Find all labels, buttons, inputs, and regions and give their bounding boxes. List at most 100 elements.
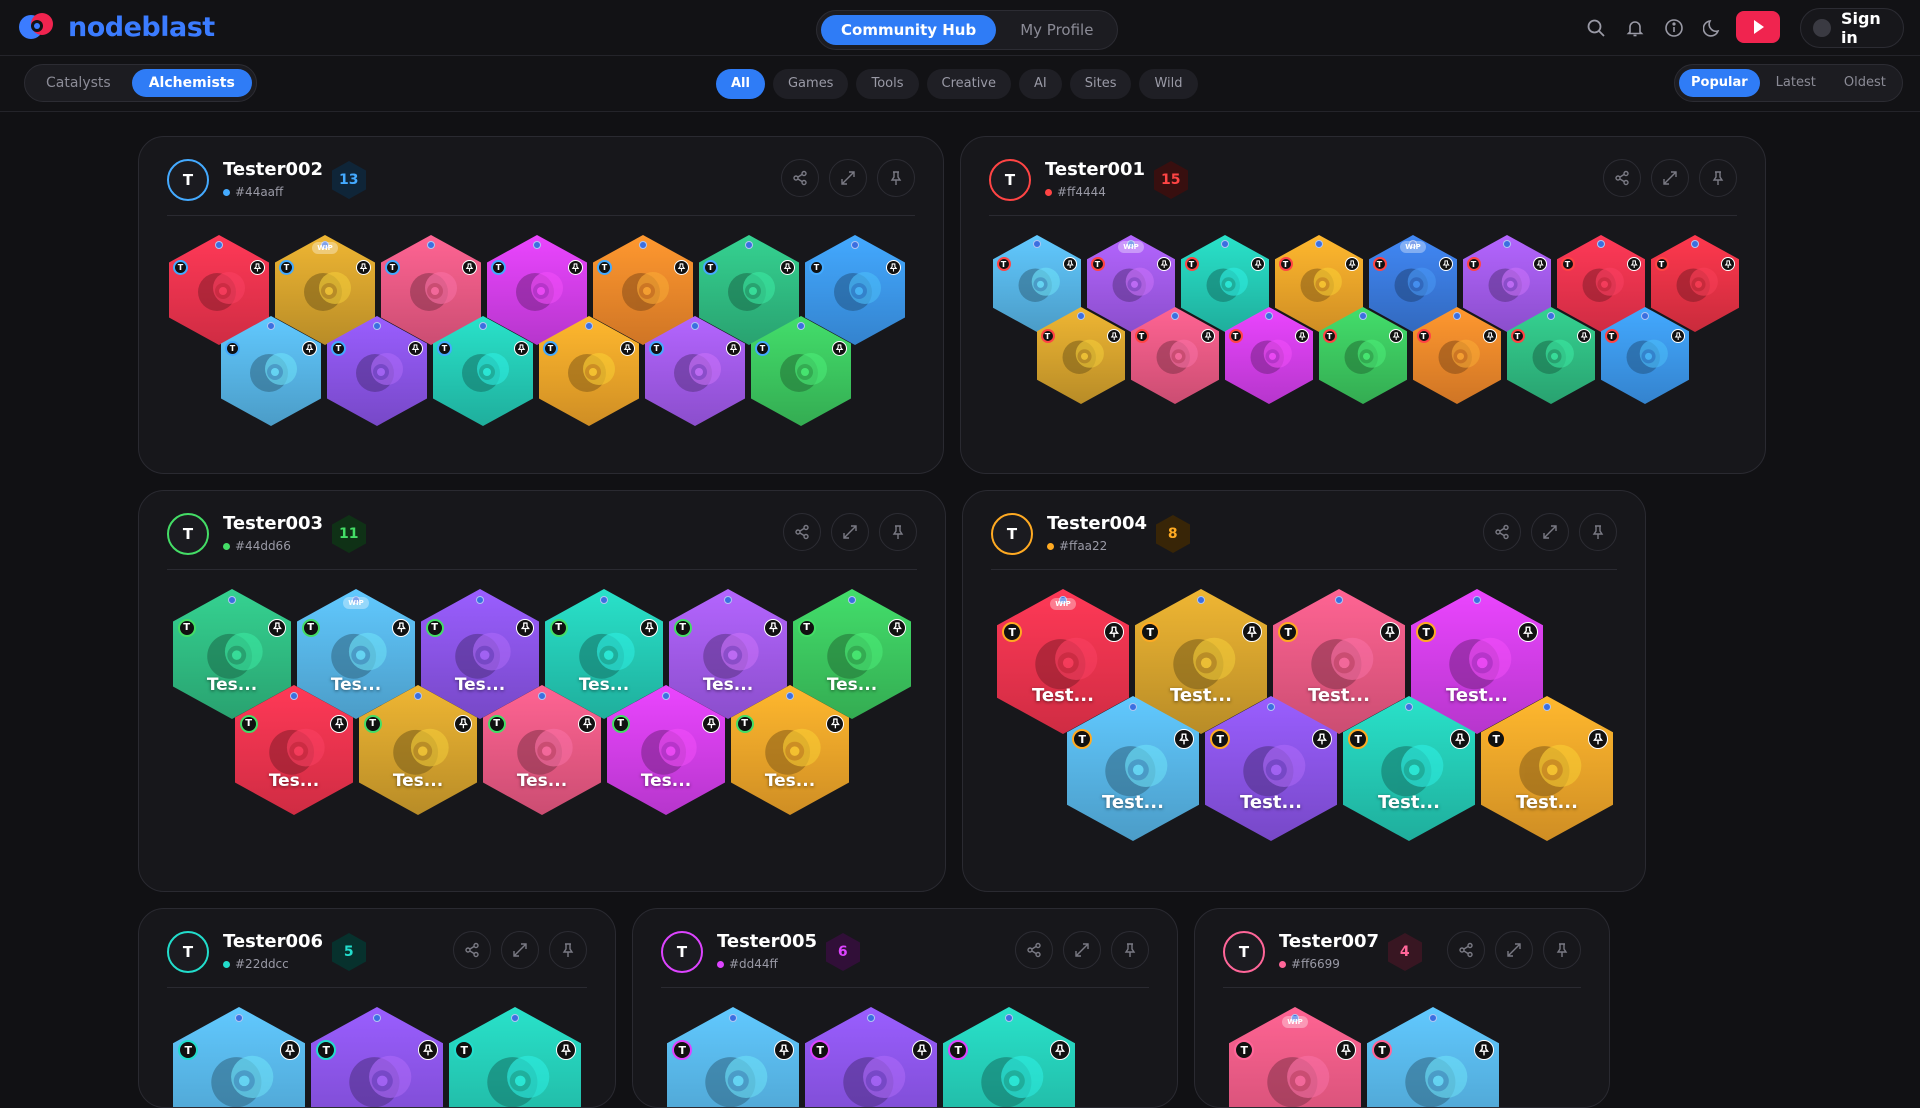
- pin-button[interactable]: [549, 931, 587, 969]
- pin-icon[interactable]: [1587, 729, 1608, 750]
- project-tile[interactable]: T: [751, 316, 851, 426]
- project-tile[interactable]: T Tes...: [359, 685, 477, 815]
- project-tile[interactable]: T WIP: [1229, 1007, 1361, 1107]
- project-tile[interactable]: T: [1507, 307, 1595, 404]
- project-tile[interactable]: T Test...: [1205, 696, 1337, 841]
- filter-creative[interactable]: Creative: [926, 69, 1012, 99]
- pin-icon[interactable]: [1241, 622, 1262, 643]
- pin-icon[interactable]: [1449, 729, 1470, 750]
- project-tile[interactable]: T: [173, 1007, 305, 1107]
- creator-card[interactable]: T Tester002 #44aaff 13 T T WIP T T T T T…: [138, 136, 944, 474]
- sign-in-button[interactable]: Sign in: [1800, 8, 1904, 48]
- project-tile[interactable]: T: [539, 316, 639, 426]
- project-tile[interactable]: T Test...: [1481, 696, 1613, 841]
- pin-icon[interactable]: [555, 1040, 576, 1061]
- project-tile[interactable]: T: [1131, 307, 1219, 404]
- share-button[interactable]: [783, 513, 821, 551]
- username[interactable]: Tester004: [1047, 513, 1147, 534]
- search-icon[interactable]: [1586, 18, 1606, 38]
- username[interactable]: Tester003: [223, 513, 323, 534]
- avatar[interactable]: T: [167, 931, 209, 973]
- project-tile[interactable]: T: [311, 1007, 443, 1107]
- share-button[interactable]: [781, 159, 819, 197]
- pin-button[interactable]: [1111, 931, 1149, 969]
- pin-button[interactable]: [1699, 159, 1737, 197]
- project-tile[interactable]: T: [1319, 307, 1407, 404]
- project-tile[interactable]: T: [1601, 307, 1689, 404]
- username[interactable]: Tester002: [223, 159, 323, 180]
- username[interactable]: Tester001: [1045, 159, 1145, 180]
- collapse-button[interactable]: [831, 513, 869, 551]
- avatar[interactable]: T: [167, 159, 209, 201]
- collapse-button[interactable]: [1651, 159, 1689, 197]
- filter-sites[interactable]: Sites: [1069, 69, 1132, 99]
- filter-ai[interactable]: AI: [1019, 69, 1062, 99]
- sort-latest[interactable]: Latest: [1764, 69, 1828, 97]
- project-tile[interactable]: T Test...: [1067, 696, 1199, 841]
- pin-button[interactable]: [879, 513, 917, 551]
- creator-card[interactable]: T Tester003 #44dd66 11 T Tes... T WIP Te…: [138, 490, 946, 892]
- collapse-button[interactable]: [829, 159, 867, 197]
- avatar[interactable]: T: [661, 931, 703, 973]
- project-tile[interactable]: T Tes...: [483, 685, 601, 815]
- share-button[interactable]: [1015, 931, 1053, 969]
- collapse-button[interactable]: [1495, 931, 1533, 969]
- bell-icon[interactable]: [1625, 18, 1645, 38]
- share-button[interactable]: [453, 931, 491, 969]
- youtube-button[interactable]: [1736, 11, 1780, 43]
- app-logo[interactable]: nodeblast: [18, 10, 215, 44]
- project-tile[interactable]: T Tes...: [235, 685, 353, 815]
- pin-button[interactable]: [1543, 931, 1581, 969]
- tab-my-profile[interactable]: My Profile: [1000, 15, 1113, 45]
- share-button[interactable]: [1483, 513, 1521, 551]
- creator-card[interactable]: T Tester007 #ff6699 4 T WIP T: [1194, 908, 1610, 1108]
- sort-popular[interactable]: Popular: [1679, 69, 1760, 97]
- share-button[interactable]: [1603, 159, 1641, 197]
- creator-card[interactable]: T Tester005 #dd44ff 6 T T T: [632, 908, 1178, 1108]
- moon-icon[interactable]: [1702, 18, 1723, 38]
- creator-card[interactable]: T Tester001 #ff4444 15 T T WIP T T T WIP…: [960, 136, 1766, 474]
- pin-icon[interactable]: [1335, 1040, 1356, 1061]
- sort-oldest[interactable]: Oldest: [1832, 69, 1898, 97]
- project-tile[interactable]: T Tes...: [607, 685, 725, 815]
- tab-catalysts[interactable]: Catalysts: [29, 69, 128, 97]
- avatar[interactable]: T: [989, 159, 1031, 201]
- tab-community-hub[interactable]: Community Hub: [821, 15, 997, 45]
- avatar[interactable]: T: [991, 513, 1033, 555]
- pin-icon[interactable]: [1311, 729, 1332, 750]
- avatar[interactable]: T: [167, 513, 209, 555]
- pin-button[interactable]: [1579, 513, 1617, 551]
- pin-icon[interactable]: [1103, 622, 1124, 643]
- pin-icon[interactable]: [773, 1040, 794, 1061]
- pin-icon[interactable]: [1379, 622, 1400, 643]
- collapse-button[interactable]: [1531, 513, 1569, 551]
- pin-icon[interactable]: [417, 1040, 438, 1061]
- project-tile[interactable]: T: [1225, 307, 1313, 404]
- project-tile[interactable]: T: [449, 1007, 581, 1107]
- username[interactable]: Tester005: [717, 931, 817, 952]
- pin-icon[interactable]: [1173, 729, 1194, 750]
- project-tile[interactable]: T: [327, 316, 427, 426]
- project-tile[interactable]: T Test...: [1343, 696, 1475, 841]
- filter-wild[interactable]: Wild: [1139, 69, 1198, 99]
- creator-card[interactable]: T Tester006 #22ddcc 5 T T T: [138, 908, 616, 1108]
- filter-all[interactable]: All: [716, 69, 765, 99]
- project-tile[interactable]: T: [1037, 307, 1125, 404]
- avatar[interactable]: T: [1223, 931, 1265, 973]
- collapse-button[interactable]: [501, 931, 539, 969]
- project-tile[interactable]: T: [805, 1007, 937, 1107]
- project-tile[interactable]: T: [943, 1007, 1075, 1107]
- creator-card[interactable]: T Tester004 #ffaa22 8 T WIP Test... T Te…: [962, 490, 1646, 892]
- collapse-button[interactable]: [1063, 931, 1101, 969]
- filter-games[interactable]: Games: [772, 69, 849, 99]
- pin-icon[interactable]: [1517, 622, 1538, 643]
- project-tile[interactable]: T Tes...: [731, 685, 849, 815]
- pin-button[interactable]: [877, 159, 915, 197]
- pin-icon[interactable]: [1049, 1040, 1070, 1061]
- project-tile[interactable]: T: [221, 316, 321, 426]
- project-tile[interactable]: T: [645, 316, 745, 426]
- username[interactable]: Tester006: [223, 931, 323, 952]
- project-tile[interactable]: T: [667, 1007, 799, 1107]
- pin-icon[interactable]: [279, 1040, 300, 1061]
- filter-tools[interactable]: Tools: [856, 69, 919, 99]
